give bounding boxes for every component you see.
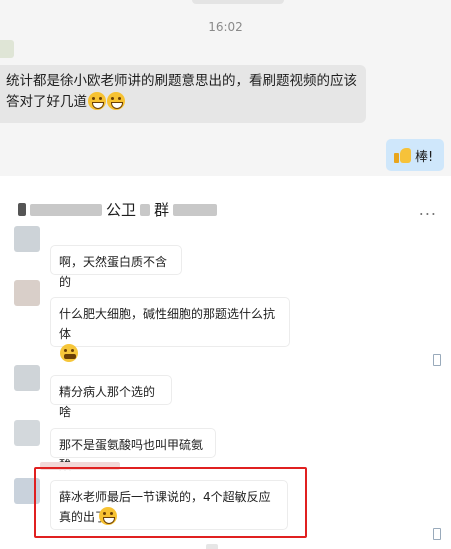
group-title[interactable]: 公卫 群 (18, 199, 218, 220)
grin-emoji-icon (88, 92, 106, 110)
scroll-indicator[interactable] (433, 528, 441, 540)
highlight-box (34, 467, 307, 538)
avatar[interactable] (14, 365, 40, 391)
group-title-suffix: 群 (154, 201, 170, 219)
grin-emoji-icon (107, 92, 125, 110)
more-options-button[interactable]: ... (419, 200, 437, 219)
message-timestamp: 16:02 (208, 20, 243, 34)
redacted-text (30, 203, 102, 216)
incoming-message-bubble[interactable]: 统计都是徐小欧老师讲的刷题意思出的，看刷题视频的应该答对了好几道 (0, 65, 366, 123)
outgoing-message-bubble[interactable]: 棒! (386, 139, 444, 171)
redacted-bracket (18, 203, 26, 216)
scroll-indicator[interactable] (433, 354, 441, 366)
avatar[interactable] (14, 420, 40, 446)
avatar[interactable] (14, 226, 40, 252)
sender-avatar[interactable] (0, 40, 14, 58)
outgoing-message-text: 棒! (415, 149, 434, 165)
chat-message[interactable]: 精分病人那个选的啥 (50, 375, 172, 419)
group-header: 公卫 群 ... (0, 180, 451, 224)
avatar[interactable] (14, 280, 40, 306)
incoming-message-text: 统计都是徐小欧老师讲的刷题意思出的，看刷题视频的应该答对了好几道 (6, 73, 357, 110)
previous-message-edge (192, 0, 284, 4)
sweat-emoji-icon (60, 344, 78, 362)
thumbs-up-icon (394, 146, 412, 164)
next-message-edge (206, 544, 218, 549)
message-text: 什么肥大细胞，碱性细胞的那题选什么抗体 (59, 307, 276, 341)
top-chat-panel: 16:02 统计都是徐小欧老师讲的刷题意思出的，看刷题视频的应该答对了好几道 棒… (0, 0, 451, 175)
group-title-text: 公卫 (106, 201, 137, 219)
chat-message[interactable]: 那不是蛋氨酸吗也叫甲硫氨酸 (50, 428, 216, 472)
chat-message[interactable]: 什么肥大细胞，碱性细胞的那题选什么抗体 (50, 297, 290, 362)
redacted-text (173, 203, 218, 216)
chat-message[interactable]: 啊，天然蛋白质不含的 (50, 245, 182, 289)
redacted-text (140, 203, 151, 216)
